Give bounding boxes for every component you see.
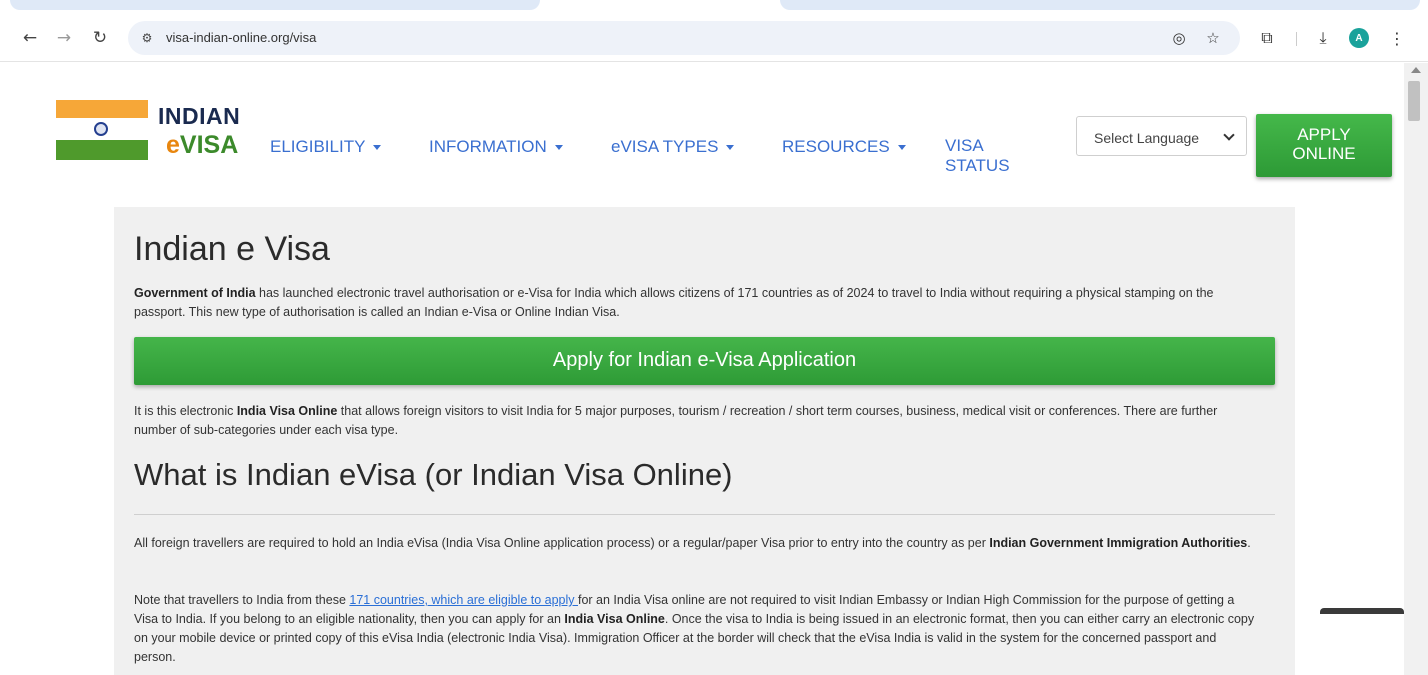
caret-down-icon (897, 145, 906, 151)
address-bar[interactable]: ⚙ visa-indian-online.org/visa ◎ ☆ (128, 21, 1240, 55)
para3-post: . (1247, 536, 1251, 550)
apply-online-button[interactable]: APPLY ONLINE (1256, 114, 1392, 177)
logo-text-indian[interactable]: INDIAN (158, 103, 240, 130)
para4-pre: Note that travellers to India from these (134, 593, 350, 607)
scroll-thumb[interactable] (1408, 81, 1420, 121)
download-icon[interactable]: ⤓ (1312, 27, 1334, 49)
nav-resources-label: RESOURCES (782, 137, 890, 156)
nav-eligibility[interactable]: ELIGIBILITY (270, 137, 382, 157)
para4-bold: India Visa Online (564, 612, 665, 626)
url-text[interactable]: visa-indian-online.org/visa (166, 30, 316, 45)
intro-bold: Government of India (134, 286, 256, 300)
chevron-down-icon (1223, 129, 1235, 141)
tab-left[interactable] (10, 0, 540, 10)
language-select-value: Select Language (1094, 130, 1200, 146)
scroll-up-arrow-icon[interactable] (1411, 67, 1421, 73)
page-title: Indian e Visa (134, 230, 330, 268)
eligible-countries-link[interactable]: 171 countries, which are eligible to app… (349, 593, 578, 607)
language-select[interactable]: Select Language (1076, 116, 1247, 156)
caret-down-icon (726, 145, 735, 151)
nav-eligibility-label: ELIGIBILITY (270, 137, 366, 156)
tab-strip (0, 0, 1428, 16)
corner-widget[interactable] (1320, 608, 1404, 614)
reload-icon[interactable]: ↻ (86, 24, 114, 52)
logo-text-evisa[interactable]: eVISA (166, 131, 238, 160)
para2-bold: India Visa Online (236, 404, 338, 418)
ashoka-chakra-icon (94, 122, 108, 136)
intro-text: has launched electronic travel authorisa… (134, 286, 1214, 319)
note-paragraph: Note that travellers to India from these… (134, 591, 1258, 667)
forward-icon[interactable]: → (50, 24, 78, 52)
flag-saffron-band (56, 100, 148, 118)
page-viewport: INDIAN eVISA ELIGIBILITY INFORMATION eVI… (0, 63, 1404, 675)
para3-pre: All foreign travellers are required to h… (134, 536, 990, 550)
site-info-icon[interactable]: ⚙ (138, 29, 156, 47)
requirement-paragraph: All foreign travellers are required to h… (134, 534, 1258, 553)
para3-bold: Indian Government Immigration Authoritie… (989, 536, 1248, 550)
nav-visa-status[interactable]: VISA STATUS (945, 136, 1010, 176)
flag-green-band (56, 140, 148, 160)
nav-evisa-types-label: eVISA TYPES (611, 137, 719, 156)
nav-evisa-types[interactable]: eVISA TYPES (611, 137, 735, 157)
purpose-paragraph: It is this electronic India Visa Online … (134, 402, 1258, 440)
caret-down-icon (373, 145, 382, 151)
section-heading: What is Indian eVisa (or Indian Visa Onl… (134, 457, 733, 492)
site-header: INDIAN eVISA ELIGIBILITY INFORMATION eVI… (8, 63, 1404, 185)
nav-information-label: INFORMATION (429, 137, 547, 156)
india-flag-logo[interactable] (56, 100, 148, 160)
logo-visa: VISA (179, 131, 239, 159)
tab-right[interactable] (780, 0, 1420, 10)
page-scrollbar[interactable] (1404, 63, 1428, 675)
more-icon[interactable]: ⋮ (1386, 27, 1408, 49)
logo-e: e (166, 131, 180, 159)
caret-down-icon (554, 145, 563, 151)
extensions-icon[interactable]: ⧉ (1256, 27, 1278, 49)
eye-off-icon[interactable]: ◎ (1168, 27, 1190, 49)
toolbar-separator (1296, 32, 1297, 46)
star-icon[interactable]: ☆ (1202, 27, 1224, 49)
back-icon[interactable]: ← (16, 24, 44, 52)
main-content: Indian e Visa Government of India has la… (114, 207, 1295, 675)
apply-evisa-button[interactable]: Apply for Indian e-Visa Application (134, 337, 1275, 385)
intro-paragraph: Government of India has launched electro… (134, 284, 1258, 322)
nav-visa-status-line1: VISA (945, 136, 984, 155)
avatar-icon[interactable]: A (1349, 28, 1369, 48)
nav-information[interactable]: INFORMATION (429, 137, 563, 157)
nav-resources[interactable]: RESOURCES (782, 137, 906, 157)
divider (134, 514, 1275, 515)
nav-visa-status-line2: STATUS (945, 156, 1010, 175)
para2-pre: It is this electronic (134, 404, 237, 418)
browser-toolbar: ← → ↻ ⚙ visa-indian-online.org/visa ◎ ☆ … (0, 16, 1428, 62)
